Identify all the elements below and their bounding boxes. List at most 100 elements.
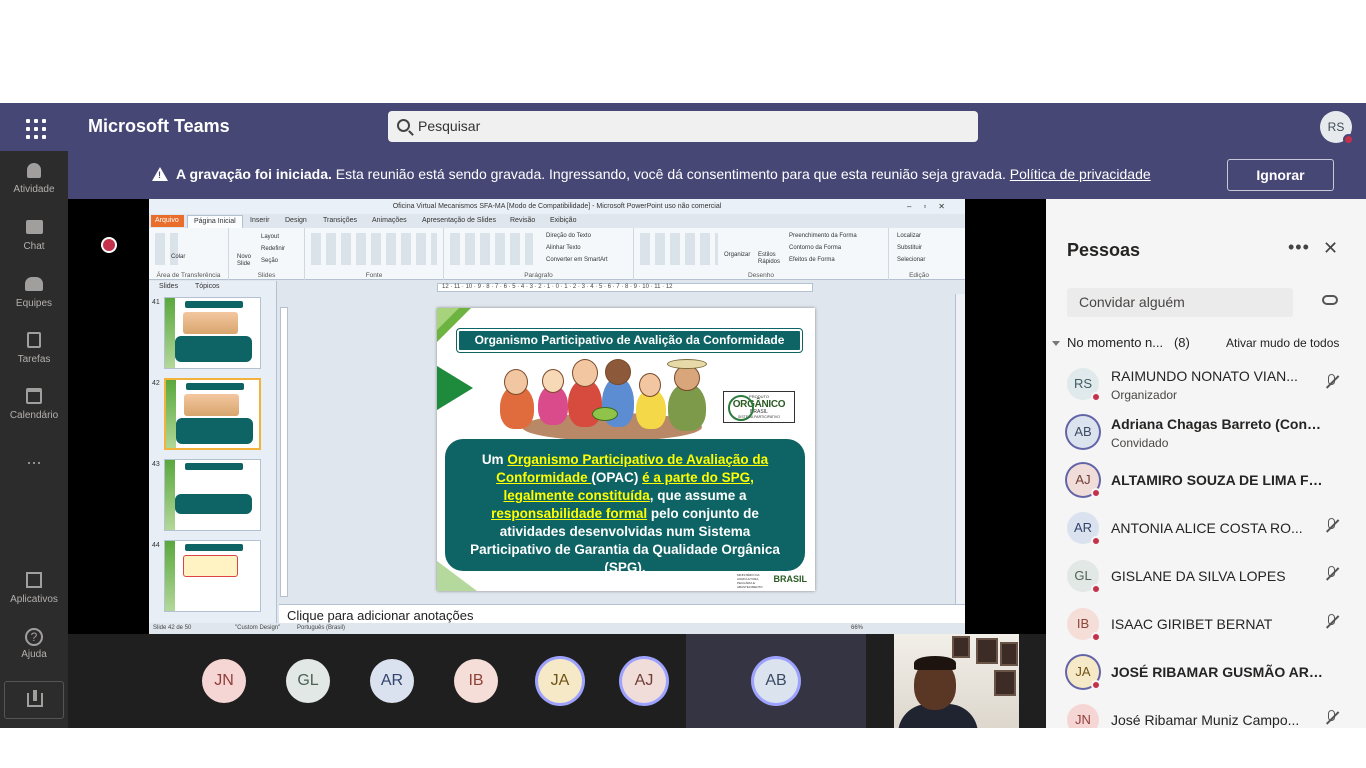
arrange-button[interactable]: Organizar bbox=[724, 252, 750, 258]
warning-icon bbox=[152, 167, 168, 181]
person-head bbox=[639, 373, 661, 397]
ppt-tab-animations[interactable]: Animações bbox=[372, 217, 407, 224]
rail-item-activity[interactable]: Atividade bbox=[0, 163, 68, 195]
busy-status-icon bbox=[1091, 632, 1101, 642]
status-zoom[interactable]: 66% bbox=[851, 625, 863, 631]
group-label: Edição bbox=[909, 272, 929, 279]
rail-item-help[interactable]: ? Ajuda bbox=[0, 628, 68, 660]
align-text-button[interactable]: Alinhar Texto bbox=[546, 245, 581, 251]
decor-triangle bbox=[437, 366, 473, 410]
slide-thumbnail[interactable] bbox=[164, 459, 261, 531]
active-speaker-avatar[interactable]: AB bbox=[754, 659, 798, 703]
participant-avatar[interactable]: GL bbox=[286, 659, 330, 703]
mute-all-button[interactable]: Ativar mudo de todos bbox=[1226, 336, 1339, 350]
select-button[interactable]: Selecionar bbox=[897, 257, 925, 263]
participant-avatar[interactable]: JN bbox=[202, 659, 246, 703]
participant-avatar[interactable]: IB bbox=[454, 659, 498, 703]
participant-avatar: JN bbox=[1067, 704, 1099, 728]
ppt-tab-home[interactable]: Página Inicial bbox=[187, 215, 243, 228]
rail-item-chat[interactable]: Chat bbox=[0, 220, 68, 252]
busy-status-icon bbox=[1091, 584, 1101, 594]
participant-avatar: AB bbox=[1067, 416, 1099, 448]
mic-muted-icon bbox=[1324, 614, 1340, 632]
pane-tab-outline[interactable]: Tópicos bbox=[195, 283, 220, 290]
rail-item-teams[interactable]: Equipes bbox=[0, 277, 68, 309]
ribbon-group-font: Fonte bbox=[305, 228, 444, 280]
group-label: Parágrafo bbox=[524, 272, 553, 279]
chat-icon bbox=[25, 220, 43, 234]
ppt-tab-review[interactable]: Revisão bbox=[510, 217, 535, 224]
search-input[interactable]: Pesquisar bbox=[388, 111, 978, 142]
ppt-tab-file[interactable]: Arquivo bbox=[151, 215, 184, 227]
rail-item-apps[interactable]: Aplicativos bbox=[0, 572, 68, 605]
shape-fill-button[interactable]: Preenchimento da Forma bbox=[789, 233, 857, 239]
invite-input[interactable]: Convidar alguém bbox=[1067, 288, 1293, 317]
shape-outline-button[interactable]: Contorno da Forma bbox=[789, 245, 841, 251]
participant-row[interactable]: JA JOSÉ RIBAMAR GUSMÃO ARA... bbox=[1046, 648, 1366, 696]
ppt-title-text: Oficina Virtual Mecanismos SFA-MA [Modo … bbox=[392, 203, 722, 210]
participant-row[interactable]: AB Adriana Chagas Barreto (Convi... Convid… bbox=[1046, 408, 1366, 456]
participant-avatar[interactable]: JA bbox=[538, 659, 582, 703]
participant-video[interactable] bbox=[894, 634, 1019, 728]
mic-muted-icon bbox=[1324, 710, 1340, 728]
ribbon-group-editing: Localizar Substituir Selecionar Edição bbox=[889, 228, 949, 280]
shape-effects-button[interactable]: Efeitos de Forma bbox=[789, 257, 835, 263]
vertical-scrollbar[interactable] bbox=[955, 294, 965, 604]
rail-item-calendar[interactable]: Calendário bbox=[0, 388, 68, 421]
privacy-policy-link[interactable]: Política de privacidade bbox=[1010, 166, 1151, 182]
new-slide-button[interactable]: Novo Slide bbox=[237, 254, 255, 268]
section-button[interactable]: Seção bbox=[261, 258, 278, 264]
participant-name: ANTONIA ALICE COSTA RO... bbox=[1111, 520, 1303, 536]
paste-button[interactable]: Colar bbox=[171, 254, 185, 260]
find-button[interactable]: Localizar bbox=[897, 233, 921, 239]
participant-row[interactable]: RS RAIMUNDO NONATO VIAN... Organizador bbox=[1046, 360, 1366, 408]
rail-item-tasks[interactable]: Tarefas bbox=[0, 332, 68, 365]
ppt-window-title: Oficina Virtual Mecanismos SFA-MA [Modo … bbox=[149, 199, 965, 214]
status-slide-count: Slide 42 de 50 bbox=[153, 625, 192, 631]
ppt-tab-transitions[interactable]: Transições bbox=[323, 217, 357, 224]
user-avatar[interactable]: RS bbox=[1320, 111, 1354, 145]
participant-row[interactable]: GL GISLANE DA SILVA LOPES bbox=[1046, 552, 1366, 600]
bell-icon bbox=[27, 163, 41, 178]
ribbon-group-slides: Novo Slide Layout Redefinir Seção Slides bbox=[229, 228, 305, 280]
replace-button[interactable]: Substituir bbox=[897, 245, 922, 251]
notes-field[interactable]: Clique para adicionar anotações bbox=[279, 604, 965, 624]
more-options-icon[interactable]: ••• bbox=[1288, 237, 1310, 258]
participant-row[interactable]: AJ ALTAMIRO SOUZA DE LIMA FE... bbox=[1046, 456, 1366, 504]
more-apps-icon[interactable]: ... bbox=[0, 448, 68, 469]
participant-row[interactable]: AR ANTONIA ALICE COSTA RO... bbox=[1046, 504, 1366, 552]
download-icon[interactable] bbox=[4, 681, 64, 719]
recording-indicator-icon bbox=[101, 237, 117, 253]
participant-row[interactable]: IB ISAAC GIRIBET BERNAT bbox=[1046, 600, 1366, 648]
layout-button[interactable]: Layout bbox=[261, 234, 279, 240]
banner-message: Esta reunião está sendo gravada. Ingress… bbox=[331, 166, 1010, 182]
group-label: Desenho bbox=[747, 272, 775, 279]
ppt-tab-design[interactable]: Design bbox=[285, 217, 307, 224]
current-slide: Organismo Participativo de Avalição da C… bbox=[437, 308, 815, 591]
in-meeting-section[interactable]: No momento n... (8) bbox=[1052, 335, 1190, 350]
participant-avatar[interactable]: AJ bbox=[622, 659, 666, 703]
slide-thumbnail-selected[interactable] bbox=[164, 378, 261, 450]
pane-tab-slides[interactable]: Slides bbox=[159, 283, 178, 290]
ppt-tab-insert[interactable]: Inserir bbox=[250, 217, 269, 224]
app-launcher-icon[interactable] bbox=[20, 113, 48, 141]
share-link-icon[interactable] bbox=[1322, 295, 1338, 305]
participant-avatar[interactable]: AR bbox=[370, 659, 414, 703]
participant-name: José Ribamar Muniz Campo... bbox=[1111, 712, 1300, 728]
close-icon[interactable]: ✕ bbox=[1323, 238, 1338, 259]
slide-thumbnail[interactable] bbox=[164, 297, 261, 369]
slides-pane: Slides Tópicos 41 42 43 44 bbox=[149, 281, 277, 623]
dismiss-button[interactable]: Ignorar bbox=[1227, 159, 1334, 191]
slide-thumbnail[interactable] bbox=[164, 540, 261, 612]
user-initials: RS bbox=[1327, 120, 1345, 134]
teams-icon bbox=[25, 277, 43, 291]
ppt-tab-view[interactable]: Exibição bbox=[550, 217, 576, 224]
text-direction-button[interactable]: Direção do Texto bbox=[546, 233, 591, 239]
participant-row[interactable]: JN José Ribamar Muniz Campo... bbox=[1046, 696, 1366, 728]
reset-button[interactable]: Redefinir bbox=[261, 246, 285, 252]
ppt-tab-slideshow[interactable]: Apresentação de Slides bbox=[422, 217, 496, 224]
tasks-icon bbox=[27, 332, 41, 348]
quick-styles-button[interactable]: Estilos Rápidos bbox=[758, 252, 780, 266]
mic-muted-icon bbox=[1324, 374, 1340, 392]
smartart-button[interactable]: Converter em SmartArt bbox=[546, 257, 608, 263]
